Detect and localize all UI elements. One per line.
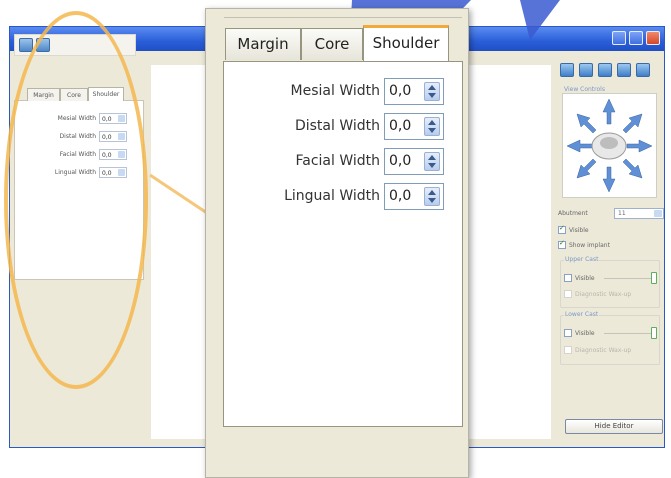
width-field-value: 0,0 [389, 188, 412, 204]
tool-icon-1[interactable] [560, 63, 574, 77]
tab-shoulder[interactable]: Shoulder [363, 25, 449, 61]
spinner-icon[interactable] [424, 187, 440, 206]
upper-cast-visible-checkbox[interactable] [564, 274, 572, 282]
save-icon[interactable] [19, 38, 33, 52]
abutment-label: Abutment [558, 210, 588, 217]
left-field-value: 0,0 [102, 134, 112, 141]
upper-cast-slider-track [604, 278, 656, 279]
zoomed-panel: Margin Core Shoulder Mesial Width 0,0 Dist… [205, 8, 469, 478]
left-field-value: 0,0 [102, 152, 112, 159]
width-field-input[interactable]: 0,0 [384, 183, 444, 210]
left-tab-shoulder[interactable]: Shoulder [88, 87, 124, 101]
tool-icon-5[interactable] [636, 63, 650, 77]
left-field-row: Distal Width [14, 131, 96, 143]
lower-cast-visible-checkbox[interactable] [564, 329, 572, 337]
width-field-label: Facial Width [295, 153, 380, 169]
left-field-label: Distal Width [59, 133, 96, 140]
width-field-value: 0,0 [389, 83, 412, 99]
chevron-down-icon [654, 210, 662, 217]
lower-cast-wax-label: Diagnostic Wax-up [575, 347, 632, 354]
left-field-row: Lingual Width [14, 167, 96, 179]
lower-cast-slider-thumb[interactable] [651, 327, 657, 339]
minimize-button[interactable] [612, 31, 626, 45]
left-field-row: Mesial Width [14, 113, 96, 125]
width-field-input[interactable]: 0,0 [384, 78, 444, 105]
width-field-row: Mesial Width 0,0 [224, 78, 444, 106]
upper-cast-slider-thumb[interactable] [651, 272, 657, 284]
upper-cast-title: Upper Cast [564, 256, 600, 263]
upper-cast-group [560, 260, 660, 308]
left-tab-margin[interactable]: Margin [27, 88, 60, 101]
left-field-label: Lingual Width [54, 169, 96, 176]
width-field-label: Mesial Width [290, 83, 380, 99]
hide-editor-button[interactable]: Hide Editor [565, 419, 663, 434]
left-field-input[interactable]: 0,0 [99, 167, 127, 178]
upper-cast-visible-label: Visible [575, 275, 595, 282]
width-field-row: Distal Width 0,0 [224, 113, 444, 141]
left-field-label: Facial Width [59, 151, 96, 158]
lower-cast-wax-checkbox[interactable] [564, 346, 572, 354]
right-panel: View Controls Abutment 11 Visible Show i… [556, 60, 664, 446]
spinner-icon[interactable] [424, 117, 440, 136]
show-implant-label: Show implant [569, 242, 610, 249]
spinner-icon[interactable] [118, 151, 125, 158]
lower-cast-slider-track [604, 333, 656, 334]
width-field-value: 0,0 [389, 153, 412, 169]
width-field-input[interactable]: 0,0 [384, 148, 444, 175]
width-field-value: 0,0 [389, 118, 412, 134]
visible-label: Visible [569, 227, 589, 234]
abutment-select[interactable]: 11 [614, 208, 664, 219]
left-field-row: Facial Width [14, 149, 96, 161]
left-field-input[interactable]: 0,0 [99, 131, 127, 142]
zoom-top-divider [224, 17, 462, 18]
width-field-row: Lingual Width 0,0 [224, 183, 444, 211]
left-toolbar [14, 34, 136, 56]
left-field-value: 0,0 [102, 170, 112, 177]
lower-cast-visible-label: Visible [575, 330, 595, 337]
abutment-value: 11 [618, 210, 626, 217]
upper-cast-wax-checkbox[interactable] [564, 290, 572, 298]
tool-icon-4[interactable] [617, 63, 631, 77]
show-implant-checkbox[interactable] [558, 239, 566, 249]
width-field-label: Distal Width [294, 118, 380, 134]
lower-cast-group [560, 315, 660, 365]
width-field-input[interactable]: 0,0 [384, 113, 444, 140]
lower-cast-title: Lower Cast [564, 311, 600, 318]
spinner-icon[interactable] [118, 133, 125, 140]
left-field-value: 0,0 [102, 116, 112, 123]
upper-cast-wax-label: Diagnostic Wax-up [575, 291, 632, 298]
width-field-row: Facial Width 0,0 [224, 148, 444, 176]
tab-core[interactable]: Core [301, 28, 363, 60]
maximize-button[interactable] [629, 31, 643, 45]
left-tab-pane [14, 100, 144, 280]
tab-margin[interactable]: Margin [225, 28, 301, 60]
view-controls-title: View Controls [564, 86, 605, 93]
tool-icon-3[interactable] [598, 63, 612, 77]
spinner-icon[interactable] [118, 115, 125, 122]
left-field-label: Mesial Width [57, 115, 96, 122]
view-controls-widget[interactable] [562, 93, 657, 198]
tool-icon-2[interactable] [579, 63, 593, 77]
spinner-icon[interactable] [424, 152, 440, 171]
width-field-label: Lingual Width [284, 188, 380, 204]
close-button[interactable] [646, 31, 660, 45]
spinner-icon[interactable] [424, 82, 440, 101]
left-field-input[interactable]: 0,0 [99, 113, 127, 124]
spinner-icon[interactable] [118, 169, 125, 176]
shoulder-tab-pane: Mesial Width 0,0 Distal Width 0,0 Facial Wid… [223, 61, 463, 427]
visible-checkbox[interactable] [558, 224, 566, 234]
left-field-input[interactable]: 0,0 [99, 149, 127, 160]
refresh-icon[interactable] [36, 38, 50, 52]
view-rotation-arrows-icon [566, 98, 653, 193]
left-tab-core[interactable]: Core [60, 88, 88, 101]
